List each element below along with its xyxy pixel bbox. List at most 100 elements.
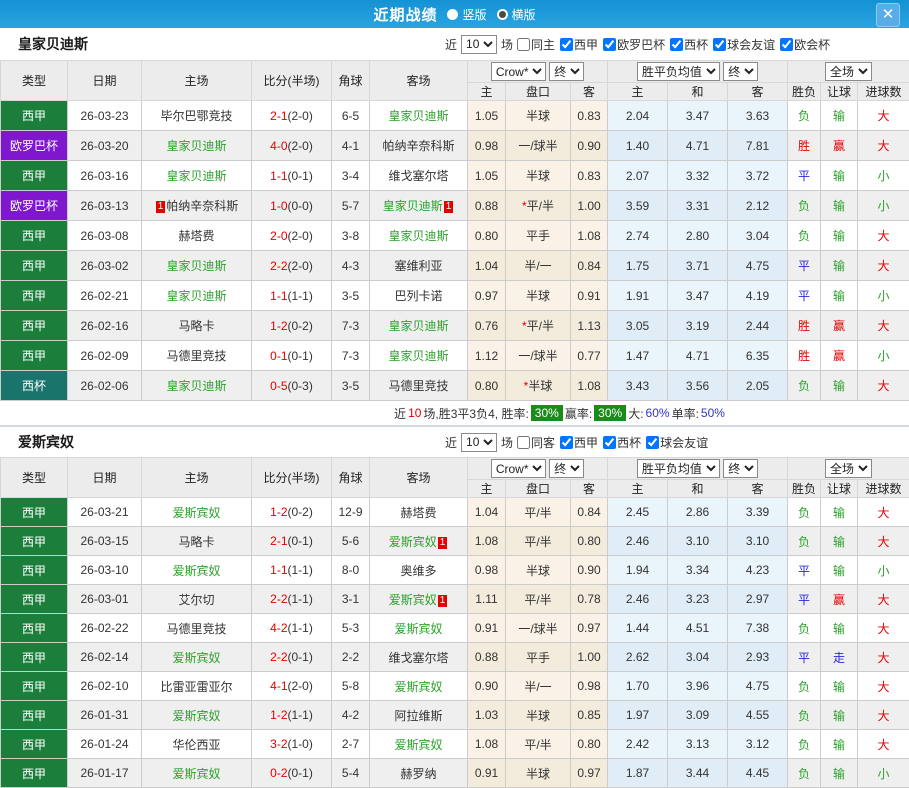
filter-checkbox-欧会杯[interactable] xyxy=(780,38,793,51)
odds-line: *半球 xyxy=(506,371,571,401)
filter-item: 球会友谊 xyxy=(642,434,708,451)
avg-draw: 3.09 xyxy=(668,701,728,730)
avg-away: 4.55 xyxy=(728,701,788,730)
avg-home: 1.94 xyxy=(608,556,668,585)
scope-select[interactable]: 全场 xyxy=(825,62,872,81)
result-handicap: 赢 xyxy=(821,341,858,371)
avg-source-select[interactable]: 胜平负均值 xyxy=(637,459,720,478)
avg-home: 1.75 xyxy=(608,251,668,281)
avg-draw: 3.19 xyxy=(668,311,728,341)
halftime-score: (0-3) xyxy=(288,379,313,393)
odds-group-header: Crow* 终 xyxy=(468,458,608,480)
avg-away: 7.81 xyxy=(728,131,788,161)
avg-home: 2.04 xyxy=(608,101,668,131)
filter-checkbox-西甲[interactable] xyxy=(560,436,573,449)
home-team-name: 皇家贝迪斯 xyxy=(166,379,226,393)
filter-label: 西甲 xyxy=(574,36,598,53)
fulltime-score: 1-2 xyxy=(270,708,287,722)
score: 4-1(2-0) xyxy=(252,672,332,701)
odds-state-select[interactable]: 终 xyxy=(549,62,584,81)
halftime-score: (2-0) xyxy=(288,259,313,273)
sub-handicap: 让球 xyxy=(821,480,858,498)
radio-horizontal[interactable] xyxy=(497,9,508,20)
avg-state-select[interactable]: 终 xyxy=(723,459,758,478)
odds-home: 1.11 xyxy=(468,585,506,614)
match-date: 26-02-09 xyxy=(68,341,142,371)
result-goals: 大 xyxy=(858,371,909,401)
avg-draw: 3.34 xyxy=(668,556,728,585)
match-row: 欧罗巴杯26-03-20皇家贝迪斯4-0(2-0)4-1帕纳辛奈科斯0.98一/… xyxy=(1,131,909,161)
home-team: 比雷亚雷亚尔 xyxy=(142,672,252,701)
halftime-score: (1-0) xyxy=(288,737,313,751)
col-corner: 角球 xyxy=(332,458,370,498)
avg-away: 3.63 xyxy=(728,101,788,131)
radio-horizontal-label[interactable]: 横版 xyxy=(512,6,536,23)
match-row: 西甲26-02-21皇家贝迪斯1-1(1-1)3-5巴列卡诺0.97半球0.91… xyxy=(1,281,909,311)
scope-select[interactable]: 全场 xyxy=(825,459,872,478)
home-team: 爱斯宾奴 xyxy=(142,759,252,788)
avg-state-select[interactable]: 终 xyxy=(723,62,758,81)
home-team: 皇家贝迪斯 xyxy=(142,161,252,191)
odds-source-select[interactable]: Crow* xyxy=(491,62,546,81)
away-team-name: 爱斯宾奴 xyxy=(394,680,442,694)
result-outcome: 胜 xyxy=(788,341,821,371)
score: 2-2(1-1) xyxy=(252,585,332,614)
filter-checkbox-西甲[interactable] xyxy=(560,38,573,51)
filter-checkbox-球会友谊[interactable] xyxy=(713,38,726,51)
corner-score: 7-3 xyxy=(332,311,370,341)
filter-checkbox-西杯[interactable] xyxy=(670,38,683,51)
odds-line: 半球 xyxy=(506,281,571,311)
avg-home: 2.46 xyxy=(608,527,668,556)
halftime-score: (0-1) xyxy=(288,169,313,183)
avg-home: 3.05 xyxy=(608,311,668,341)
odds-home: 0.98 xyxy=(468,556,506,585)
away-team-name: 爱斯宾奴 xyxy=(389,535,437,549)
result-outcome: 平 xyxy=(788,643,821,672)
odds-source-select[interactable]: Crow* xyxy=(491,459,546,478)
avg-draw: 3.10 xyxy=(668,527,728,556)
odds-state-select[interactable]: 终 xyxy=(549,459,584,478)
filter-checkbox-球会友谊[interactable] xyxy=(646,436,659,449)
avg-home: 1.70 xyxy=(608,672,668,701)
score: 3-2(1-0) xyxy=(252,730,332,759)
filter-checkbox-同主[interactable] xyxy=(517,38,530,51)
avg-draw: 3.31 xyxy=(668,191,728,221)
odds-line: 半球 xyxy=(506,556,571,585)
result-goals: 小 xyxy=(858,759,909,788)
avg-draw: 3.47 xyxy=(668,281,728,311)
betis-summary: 近10场,胜3平3负4, 胜率: 30% 赢率: 30% 大:60% 单率:50… xyxy=(0,401,909,427)
team-name: 皇家贝迪斯 xyxy=(0,34,445,54)
recent-count-select[interactable]: 10 xyxy=(461,433,497,452)
filter-checkbox-欧罗巴杯[interactable] xyxy=(603,38,616,51)
result-handicap: 输 xyxy=(821,498,858,527)
halftime-score: (0-2) xyxy=(288,505,313,519)
filter-checkbox-西杯[interactable] xyxy=(603,436,616,449)
close-icon[interactable]: ✕ xyxy=(876,3,900,27)
sub-handicap: 让球 xyxy=(821,83,858,101)
halftime-score: (0-1) xyxy=(288,650,313,664)
avg-draw: 3.13 xyxy=(668,730,728,759)
score: 0-2(0-1) xyxy=(252,759,332,788)
radio-vertical-label[interactable]: 竖版 xyxy=(462,6,486,23)
score: 0-1(0-1) xyxy=(252,341,332,371)
odds-line: 一/球半 xyxy=(506,131,571,161)
league-badge: 西甲 xyxy=(1,498,68,527)
avg-source-select[interactable]: 胜平负均值 xyxy=(637,62,720,81)
result-goals: 小 xyxy=(858,341,909,371)
away-team-name: 赫塔费 xyxy=(400,506,436,520)
scope-group-header: 全场 xyxy=(788,458,909,480)
match-date: 26-02-06 xyxy=(68,371,142,401)
home-team: 马略卡 xyxy=(142,527,252,556)
result-outcome: 负 xyxy=(788,371,821,401)
avg-draw: 4.51 xyxy=(668,614,728,643)
avg-away: 4.75 xyxy=(728,672,788,701)
recent-count-select[interactable]: 10 xyxy=(461,35,497,54)
filter-checkbox-同客[interactable] xyxy=(517,436,530,449)
radio-vertical[interactable] xyxy=(447,9,458,20)
halftime-score: (1-1) xyxy=(288,621,313,635)
avg-draw: 3.44 xyxy=(668,759,728,788)
summary-text: 大: xyxy=(628,405,643,422)
avg-home: 3.59 xyxy=(608,191,668,221)
away-team-name: 爱斯宾奴 xyxy=(389,593,437,607)
sub-avg-away: 客 xyxy=(728,83,788,101)
